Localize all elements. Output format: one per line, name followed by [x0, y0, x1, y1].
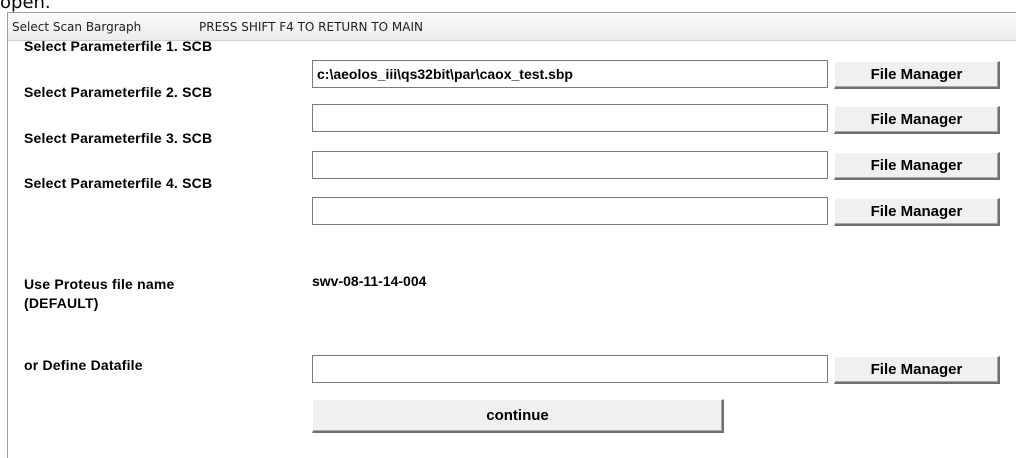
- param-field-1[interactable]: c:\aeolos_iii\qs32bit\par\caox_test.sbp: [312, 60, 828, 88]
- page-top-text: open.: [0, 0, 51, 13]
- param-label-1: Select Parameterfile 1. SCB: [24, 38, 213, 54]
- proteus-file-name: swv-08-11-14-004: [312, 273, 427, 289]
- window-instruction: PRESS SHIFT F4 TO RETURN TO MAIN: [199, 20, 423, 34]
- file-manager-button-1[interactable]: File Manager: [834, 61, 1000, 89]
- file-manager-button-4[interactable]: File Manager: [834, 198, 1000, 226]
- param-label-3: Select Parameterfile 3. SCB: [24, 130, 213, 146]
- file-manager-button-3[interactable]: File Manager: [834, 152, 1000, 180]
- window-titlebar: Select Scan Bargraph PRESS SHIFT F4 TO R…: [8, 13, 1016, 41]
- file-manager-button-2[interactable]: File Manager: [834, 106, 1000, 134]
- window-title: Select Scan Bargraph: [12, 20, 142, 34]
- param-label-4: Select Parameterfile 4. SCB: [24, 175, 213, 191]
- param-label-2: Select Parameterfile 2. SCB: [24, 84, 213, 100]
- param-field-3[interactable]: [312, 151, 828, 179]
- param-field-4[interactable]: [312, 197, 828, 225]
- datafile-label: or Define Datafile: [24, 357, 143, 373]
- continue-button[interactable]: continue: [312, 399, 724, 433]
- proteus-label-line2: (DEFAULT): [24, 295, 99, 311]
- param-field-2[interactable]: [312, 104, 828, 132]
- proteus-label-line1: Use Proteus file name: [24, 276, 175, 292]
- file-manager-button-datafile[interactable]: File Manager: [834, 356, 1000, 384]
- datafile-field[interactable]: [312, 355, 828, 383]
